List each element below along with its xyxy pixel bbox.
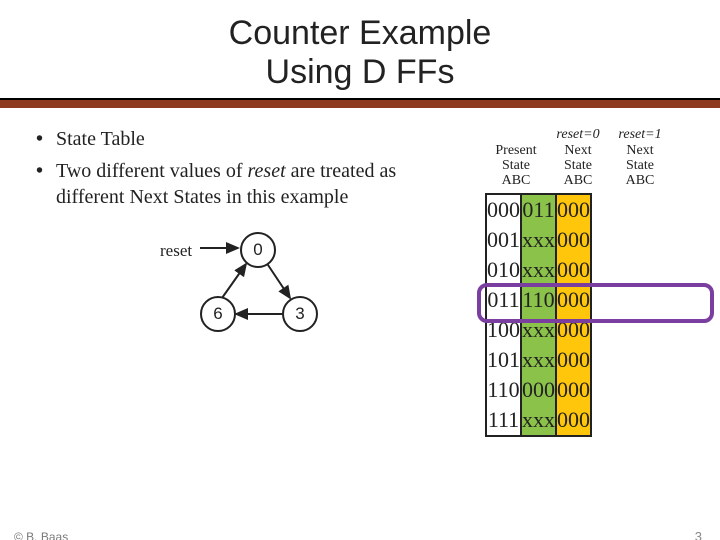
cell-next1: 000	[557, 405, 590, 435]
cell-next1: 000	[557, 345, 590, 375]
cell-present: 100	[487, 315, 520, 345]
table-column-headers: PresentStateABC NextStateABC NextStateAB…	[485, 144, 700, 191]
cell-next0: 011	[522, 195, 555, 225]
slide-title: Counter Example Using D FFs	[0, 14, 720, 92]
bullet-marker: •	[36, 158, 56, 210]
cell-present: 010	[487, 255, 520, 285]
cell-next0: xxx	[522, 255, 555, 285]
edge-6-0	[222, 264, 246, 298]
bullet-text: Two different values of reset are treate…	[56, 158, 467, 210]
state-node-label: 0	[253, 239, 262, 261]
cell-next0: 110	[522, 285, 555, 315]
bullet-item: • State Table	[36, 126, 467, 152]
state-diagram: reset 0 6 3	[150, 232, 390, 362]
bullet-item: • Two different values of reset are trea…	[36, 158, 467, 210]
cell-next1: 000	[557, 285, 590, 315]
col-header-next0: NextStateABC	[547, 144, 609, 191]
state-table: 000 001 010 011 100 101 110 111 011 xxx …	[485, 193, 700, 437]
bullet-text: State Table	[56, 126, 145, 152]
bullet-list: • State Table • Two different values of …	[30, 126, 467, 210]
edge-0-3	[266, 262, 290, 298]
cell-present: 111	[487, 405, 520, 435]
col-next1: 000 000 000 000 000 000 000 000	[555, 193, 592, 437]
cell-next0: xxx	[522, 315, 555, 345]
cell-next0: xxx	[522, 345, 555, 375]
body: • State Table • Two different values of …	[0, 108, 720, 437]
table-super-header: reset=0 reset=1	[485, 126, 700, 144]
cell-present: 000	[487, 195, 520, 225]
super-header-blank	[485, 126, 547, 144]
page-number: 3	[695, 529, 702, 540]
divider-thick	[0, 100, 720, 108]
state-node-label: 3	[295, 303, 304, 325]
cell-next0: 000	[522, 375, 555, 405]
col-header-next1: NextStateABC	[609, 144, 671, 191]
col-header-present: PresentStateABC	[485, 144, 547, 191]
cell-next1: 000	[557, 195, 590, 225]
state-node-3: 3	[282, 296, 318, 332]
cell-present: 011	[487, 285, 520, 315]
cell-present: 001	[487, 225, 520, 255]
super-header-reset1: reset=1	[609, 126, 671, 144]
title-line-2: Using D FFs	[266, 53, 455, 91]
state-node-6: 6	[200, 296, 236, 332]
cell-next1: 000	[557, 255, 590, 285]
reset-keyword: reset	[248, 160, 286, 182]
super-header-reset0: reset=0	[547, 126, 609, 144]
state-node-0: 0	[240, 232, 276, 268]
bullet-marker: •	[36, 126, 56, 152]
right-column: reset=0 reset=1 PresentStateABC NextStat…	[485, 126, 700, 437]
cell-next1: 000	[557, 375, 590, 405]
cell-present: 110	[487, 375, 520, 405]
cell-next1: 000	[557, 225, 590, 255]
state-node-label: 6	[213, 303, 222, 325]
cell-present: 101	[487, 345, 520, 375]
col-present: 000 001 010 011 100 101 110 111	[485, 193, 522, 437]
cell-next0: xxx	[522, 225, 555, 255]
copyright-footer: © B. Baas	[14, 530, 68, 540]
cell-next1: 000	[557, 315, 590, 345]
cell-next0: xxx	[522, 405, 555, 435]
col-next0: 011 xxx xxx 110 xxx xxx 000 xxx	[520, 193, 557, 437]
left-column: • State Table • Two different values of …	[30, 126, 467, 437]
title-line-1: Counter Example	[229, 14, 492, 52]
slide: Counter Example Using D FFs • State Tabl…	[0, 14, 720, 540]
